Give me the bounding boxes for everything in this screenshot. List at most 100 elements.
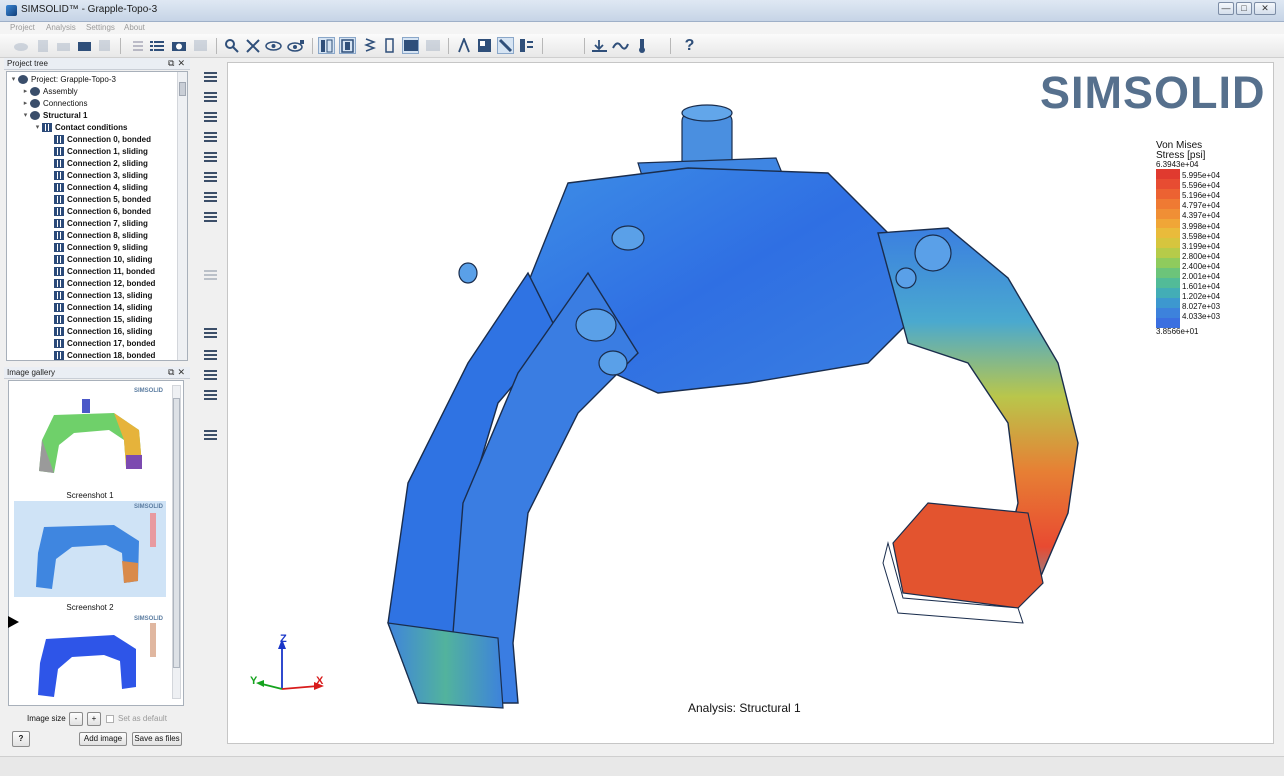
torque-icon[interactable] <box>202 168 219 184</box>
legend-tick-label: 3.199e+04 <box>1182 241 1221 251</box>
window-title: SIMSOLID™ - Grapple-Topo-3 <box>21 4 158 15</box>
solve-icon[interactable] <box>202 266 219 282</box>
tree-item[interactable]: Connection 3, sliding <box>45 169 148 181</box>
tree-item[interactable]: Connection 1, sliding <box>45 145 148 157</box>
expand-arrow-icon[interactable]: ▾ <box>9 75 18 83</box>
gallery-thumbnail-2[interactable]: SIMSOLID <box>14 501 166 597</box>
tree-item[interactable]: Connection 5, bonded <box>45 193 151 205</box>
results-contour-icon[interactable] <box>202 324 219 340</box>
probe-icon[interactable] <box>202 346 219 362</box>
thermometer-icon[interactable] <box>633 37 650 54</box>
gallery-float-close-icon[interactable]: ⧉✕ <box>168 367 188 378</box>
panel-float-close-icon[interactable]: ⧉✕ <box>168 58 188 69</box>
menu-about[interactable]: About <box>124 23 145 32</box>
tree-item[interactable]: Connection 15, sliding <box>45 313 152 325</box>
set-default-checkbox[interactable] <box>106 715 114 723</box>
solution-settings-icon[interactable] <box>202 68 219 84</box>
tree-item[interactable]: ▸ Connections <box>21 97 87 109</box>
gallery-thumbnail-3[interactable]: SIMSOLID <box>14 613 166 703</box>
mesh-view-icon[interactable] <box>424 37 441 54</box>
show-parts-icon[interactable] <box>265 37 282 54</box>
gallery-icon[interactable] <box>192 37 209 54</box>
thermal-icon[interactable] <box>612 37 629 54</box>
bolt-force-icon[interactable] <box>202 426 219 442</box>
tree-item[interactable]: Connection 8, sliding <box>45 229 148 241</box>
gallery-scrollbar[interactable] <box>172 385 181 699</box>
gallery-scrollbar-thumb[interactable] <box>173 398 180 668</box>
pressure-icon[interactable] <box>202 148 219 164</box>
view-mode-1-icon[interactable] <box>318 37 335 54</box>
force-icon[interactable] <box>202 128 219 144</box>
legend-tick-label: 4.033e+03 <box>1182 312 1221 322</box>
zoom-select-icon[interactable] <box>223 37 240 54</box>
open-folder-icon[interactable] <box>55 37 72 54</box>
tree-scrollbar[interactable] <box>177 72 187 360</box>
tree-scrollbar-thumb[interactable] <box>179 82 186 96</box>
camera-icon[interactable] <box>170 37 187 54</box>
sliding-support-icon[interactable] <box>202 108 219 124</box>
tree-item[interactable]: Connection 4, sliding <box>45 181 148 193</box>
expand-arrow-icon[interactable]: ▸ <box>21 99 30 107</box>
plot-icon[interactable] <box>202 366 219 382</box>
add-image-button[interactable]: Add image <box>79 732 127 746</box>
spring-icon[interactable] <box>361 37 378 54</box>
deformed-icon[interactable] <box>497 37 514 54</box>
gravity-icon[interactable] <box>202 188 219 204</box>
tree-item[interactable]: ▾ Contact conditions <box>33 121 127 133</box>
tree-item[interactable]: ▸ Assembly <box>21 85 78 97</box>
legend-icon[interactable] <box>518 37 535 54</box>
expand-arrow-icon[interactable]: ▸ <box>21 87 30 95</box>
tree-item[interactable]: Connection 0, bonded <box>45 133 151 145</box>
menu-analysis[interactable]: Analysis <box>46 23 76 32</box>
save-icon[interactable] <box>96 37 113 54</box>
tree-item[interactable]: ▾ Project: Grapple-Topo-3 <box>9 73 116 85</box>
tree-item[interactable]: Connection 11, bonded <box>45 265 155 277</box>
list-indent-icon[interactable] <box>128 37 145 54</box>
tree-item[interactable]: Connection 6, bonded <box>45 205 151 217</box>
legend-color-band <box>1156 258 1180 269</box>
tree-item[interactable]: Connection 7, sliding <box>45 217 148 229</box>
connection-icon <box>54 134 64 144</box>
gallery-thumbnail-1[interactable]: SIMSOLID <box>14 385 166 481</box>
save-as-files-button[interactable]: Save as files <box>132 732 182 746</box>
image-size-plus-button[interactable]: + <box>87 712 101 726</box>
show-all-icon[interactable] <box>287 37 304 54</box>
expand-arrow-icon[interactable]: ▾ <box>21 111 30 119</box>
view-mode-2-icon[interactable] <box>339 37 356 54</box>
tree-item[interactable]: Connection 10, sliding <box>45 253 152 265</box>
image-size-minus-button[interactable]: - <box>69 712 83 726</box>
tree-item[interactable]: Connection 14, sliding <box>45 301 152 313</box>
menu-project[interactable]: Project <box>10 23 35 32</box>
tree-item[interactable]: ▾ Structural 1 <box>21 109 87 121</box>
gallery-help-button[interactable]: ? <box>12 731 30 747</box>
part-icon[interactable] <box>381 37 398 54</box>
bearing-load-icon[interactable] <box>202 208 219 224</box>
loads-icon[interactable] <box>591 37 608 54</box>
cloud-icon[interactable] <box>12 37 29 54</box>
annotate-icon[interactable] <box>455 37 472 54</box>
expand-arrow-icon[interactable]: ▾ <box>33 123 42 131</box>
close-button[interactable]: ✕ <box>1254 2 1276 15</box>
contour-icon[interactable] <box>476 37 493 54</box>
tree-item[interactable]: Connection 2, sliding <box>45 157 148 169</box>
explode-icon[interactable] <box>244 37 261 54</box>
grapple-stress-model[interactable] <box>228 63 1274 744</box>
menu-settings[interactable]: Settings <box>86 23 115 32</box>
connections-view-icon[interactable] <box>402 37 419 54</box>
tree-item[interactable]: Connection 16, sliding <box>45 325 152 337</box>
tree-item[interactable]: Connection 17, bonded <box>45 337 155 349</box>
tree-item[interactable]: Connection 13, sliding <box>45 289 152 301</box>
model-viewport[interactable]: SIMSOLID Von Mises Stress [psi] 6.3943e+… <box>227 62 1274 744</box>
immovable-support-icon[interactable] <box>202 88 219 104</box>
tree-item[interactable]: Connection 9, sliding <box>45 241 148 253</box>
reaction-force-icon[interactable] <box>202 386 219 402</box>
tree-item[interactable]: Connection 12, bonded <box>45 277 155 289</box>
minimize-button[interactable]: — <box>1218 2 1234 15</box>
tree-item[interactable]: Connection 18, bonded <box>45 349 155 360</box>
list-icon[interactable] <box>149 37 166 54</box>
new-file-icon[interactable] <box>34 37 51 54</box>
folder-icon[interactable] <box>76 37 93 54</box>
maximize-button[interactable]: □ <box>1236 2 1252 15</box>
help-icon[interactable]: ? <box>681 37 698 54</box>
play-icon[interactable] <box>8 616 19 628</box>
